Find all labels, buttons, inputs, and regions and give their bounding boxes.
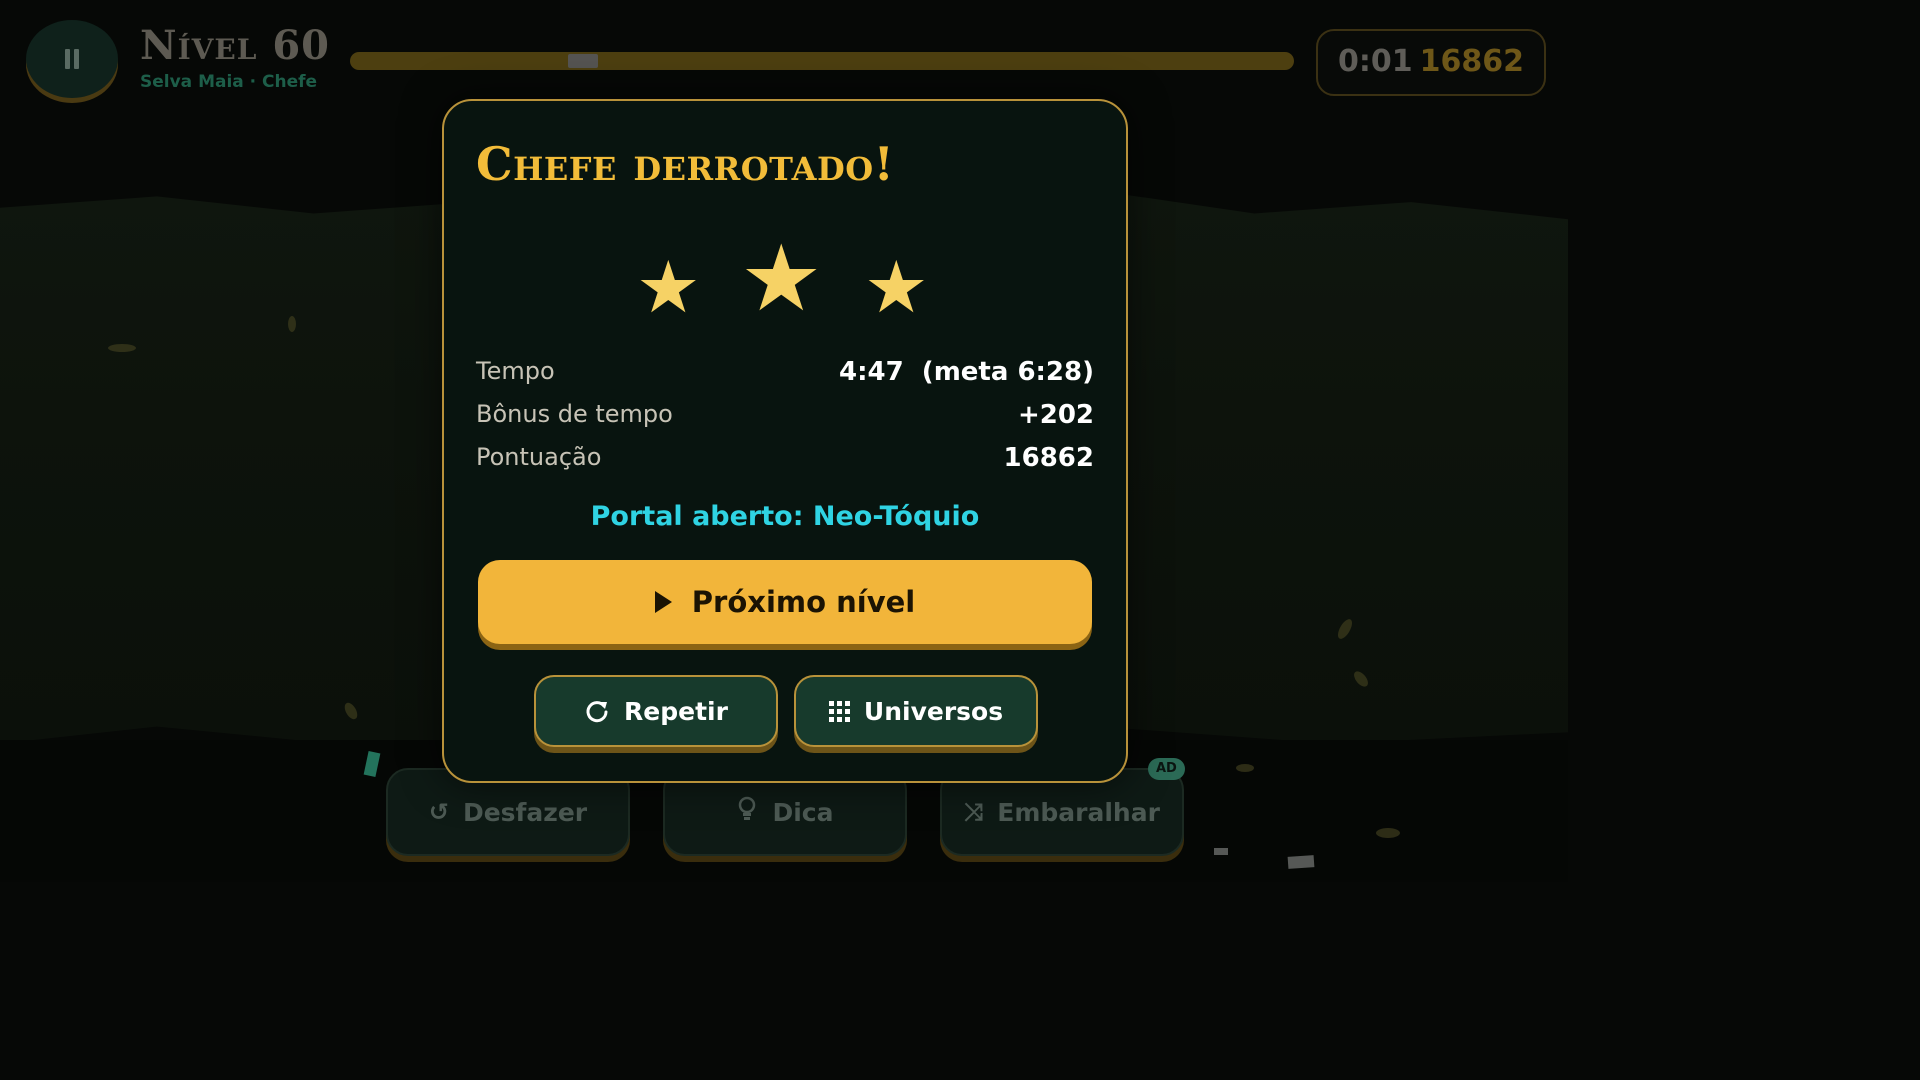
grid-icon [828,700,850,722]
stat-label: Pontuação [476,443,602,471]
stat-row-time: Tempo 4:47 (meta 6:28) [476,351,1094,391]
shuffle-icon: ⤨ [964,798,984,826]
stat-row-score: Pontuação 16862 [476,437,1094,477]
progress-marker [568,54,598,68]
refresh-icon [584,698,610,724]
next-level-button[interactable]: Próximo nível [478,560,1092,644]
stat-value: +202 [1017,400,1094,430]
stat-row-time-bonus: Bônus de tempo +202 [476,394,1094,434]
star-icon: ★ [864,245,929,329]
confetti-piece [1287,855,1315,869]
lightbulb-icon [736,796,758,828]
stat-label: Tempo [476,357,555,385]
timer: 0:01 [1338,44,1413,79]
undo-label: Desfazer [462,797,588,827]
level-subtitle: Selva Maia · Chefe [140,72,318,92]
star-icon: ★ [740,225,823,332]
score: 16862 [1419,44,1524,79]
stat-label: Bônus de tempo [476,400,673,428]
level-title: Nível 60 [140,22,331,69]
falling-leaf [108,344,136,352]
pause-icon [65,49,70,69]
boss-defeated-dialog: Chefe derrotado! ★ ★ ★ Tempo 4:47 (meta … [442,99,1128,783]
level-progress-bar [350,52,1294,70]
universes-label: Universos [863,696,1004,726]
undo-icon: ↺ [428,798,449,826]
falling-leaf [1376,828,1400,838]
falling-leaf [288,316,296,332]
play-icon [654,591,672,613]
dialog-title: Chefe derrotado! [476,137,895,191]
hint-label: Dica [772,797,834,827]
retry-button[interactable]: Repetir [534,675,778,747]
star-icon: ★ [636,245,701,329]
pause-button[interactable] [26,20,118,98]
stat-value: 16862 [1003,443,1094,473]
retry-label: Repetir [624,696,728,726]
portal-unlocked-text: Portal aberto: Neo-Tóquio [590,501,980,532]
universes-button[interactable]: Universos [794,675,1038,747]
falling-leaf [1236,764,1254,772]
confetti-piece [1214,848,1228,855]
timer-score-panel: 0:01 16862 [1316,29,1546,96]
shuffle-label: Embaralhar [997,797,1160,827]
ad-badge: AD [1148,758,1185,780]
stat-value: 4:47 (meta 6:28) [839,357,1094,387]
star-rating: ★ ★ ★ [444,233,1126,333]
next-level-label: Próximo nível [691,585,916,619]
